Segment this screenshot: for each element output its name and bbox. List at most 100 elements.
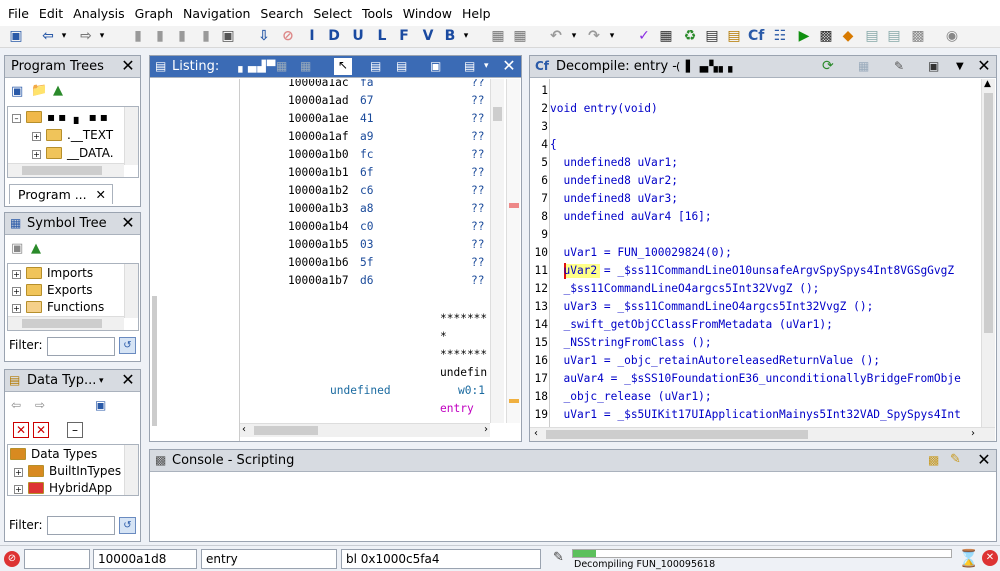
listing-row[interactable]: 10000a1ad 67??	[240, 92, 490, 110]
menu-search[interactable]: Search	[255, 6, 308, 21]
menu-window[interactable]: Window	[398, 6, 457, 21]
table-icon[interactable]: ▤	[864, 28, 880, 45]
decompile-icon[interactable]: Cf	[748, 28, 764, 45]
bookmark-prev-icon[interactable]: ▮	[174, 28, 190, 45]
decompile-line[interactable]: 16 uVar1 = _objc_retainAutoreleasedRetur…	[530, 352, 980, 370]
symbol-exports[interactable]: + Exports	[12, 282, 93, 299]
decompile-line[interactable]: 6 undefined8 uVar2;	[530, 172, 980, 190]
cursor-icon[interactable]: ↖	[334, 58, 352, 75]
listing-row[interactable]: 10000a1b6 5f??	[240, 254, 490, 272]
tab-program[interactable]: Program ... ✕	[9, 184, 113, 204]
lock-icon[interactable]: ▩	[928, 453, 939, 467]
collapse-all-icon[interactable]: –	[67, 422, 83, 438]
menu-select[interactable]: Select	[308, 6, 357, 21]
symbol-action-icon[interactable]: ▲	[31, 241, 41, 256]
chevron-down-icon[interactable]: ▾	[458, 28, 474, 45]
chevron-down-icon[interactable]: ▾	[94, 28, 110, 45]
stop-icon[interactable]: ⊘	[280, 28, 296, 45]
forward-icon[interactable]: ⇨	[78, 28, 94, 45]
letter-i-icon[interactable]: I	[304, 28, 320, 45]
expand-icon[interactable]: +	[14, 468, 23, 477]
listing-row[interactable]: 10000a1b4 c0??	[240, 218, 490, 236]
chevron-down-icon[interactable]: ▾	[604, 28, 620, 45]
symbol-imports[interactable]: + Imports	[12, 265, 93, 282]
margin-scroll[interactable]	[152, 296, 157, 426]
decompile-line[interactable]: 11 uVar2 = _$ss11CommandLineO10unsafeArg…	[530, 262, 980, 280]
tree-root[interactable]: – ▪▪▗ ▪▪	[12, 109, 111, 126]
symbol-hscroll[interactable]	[8, 316, 124, 330]
chevron-down-icon[interactable]: ▼	[956, 61, 964, 72]
field-editor-icon[interactable]: ▤	[370, 59, 381, 73]
memory-map-icon[interactable]: ▤	[704, 28, 720, 45]
bookmark-next-icon[interactable]: ▮	[152, 28, 168, 45]
clear-flow-icon[interactable]: ▦	[512, 28, 528, 45]
listing-row[interactable]: 10000a1b2 c6??	[240, 182, 490, 200]
symbol-vscroll[interactable]	[124, 264, 138, 318]
new-tree-icon[interactable]: ▣	[11, 84, 23, 99]
copy-icon[interactable]: ▦	[858, 59, 869, 73]
down-arrow-icon[interactable]: ⇩	[256, 28, 272, 45]
close-icon[interactable]: ✕	[120, 57, 136, 75]
decompile-line[interactable]: 4{	[530, 136, 980, 154]
letter-b-icon[interactable]: B	[442, 28, 458, 45]
close-icon[interactable]: ✕	[120, 214, 136, 232]
chevron-down-icon[interactable]: ▾	[56, 28, 72, 45]
snapshot-icon[interactable]: ▣	[928, 59, 939, 73]
data-types-hybridapp[interactable]: + HybridApp	[14, 480, 112, 495]
console-output[interactable]	[150, 473, 996, 541]
menu-analysis[interactable]: Analysis	[68, 6, 130, 21]
tree-hscroll[interactable]	[8, 163, 124, 177]
decompile-line[interactable]: 13 uVar3 = _$ss11CommandLineO4argcs5Int3…	[530, 298, 980, 316]
decompile-line[interactable]: 5 undefined8 uVar1;	[530, 154, 980, 172]
decompile-line[interactable]: 12 _$ss11CommandLineO4argcs5Int32VvgZ ()…	[530, 280, 980, 298]
call-tree-icon[interactable]: ☷	[772, 28, 788, 45]
menu-file[interactable]: File	[3, 6, 34, 21]
filter-options-icon[interactable]: ↺	[119, 517, 136, 534]
listing-row[interactable]: 10000a1b3 a8??	[240, 200, 490, 218]
tree-action-icon[interactable]: ▲	[53, 83, 63, 98]
check-icon[interactable]: ✓	[636, 28, 652, 45]
disassemble-icon[interactable]: ▣	[220, 28, 236, 45]
letter-d-icon[interactable]: D	[326, 28, 342, 45]
close-icon[interactable]: ✕	[501, 57, 517, 75]
menu-navigation[interactable]: Navigation	[178, 6, 255, 21]
function-graph-icon[interactable]: ▦	[658, 28, 674, 45]
decompile-line[interactable]: 19 uVar1 = _$s5UIKit17UIApplicationMainy…	[530, 406, 980, 424]
filter-options-icon[interactable]: ↺	[119, 337, 136, 354]
decompile-line[interactable]: 10 uVar1 = FUN_100029824(0);	[530, 244, 980, 262]
close-icon[interactable]: ✕	[976, 57, 992, 75]
error-icon[interactable]: ⊘	[4, 551, 20, 567]
collapse-icon[interactable]: –	[12, 114, 21, 123]
listing-overview-bar[interactable]	[506, 79, 520, 423]
table-alt-icon[interactable]: ▤	[886, 28, 902, 45]
expand-icon[interactable]: +	[32, 132, 41, 141]
close-tab-icon[interactable]: ✕	[96, 185, 106, 205]
decompile-line[interactable]: 7 undefined8 uVar3;	[530, 190, 980, 208]
refresh-icon[interactable]: ♻	[682, 28, 698, 45]
close-icon[interactable]: ✕	[120, 371, 136, 389]
listing-row[interactable]: 10000a1ac fa??	[240, 79, 490, 92]
decompile-line[interactable]: 1	[530, 82, 980, 100]
letter-f-icon[interactable]: F	[396, 28, 412, 45]
menu-edit[interactable]: Edit	[34, 6, 68, 21]
decompile-line[interactable]: 18 _objc_release (uVar1);	[530, 388, 980, 406]
expand-icon[interactable]: +	[12, 270, 21, 279]
data-types-root[interactable]: Data Types	[10, 446, 97, 463]
save-icon[interactable]: ▣	[8, 28, 24, 45]
decompile-line[interactable]: 8 undefined auVar4 [16];	[530, 208, 980, 226]
tree-item-data[interactable]: + __DATA.	[32, 145, 114, 162]
letter-l-icon[interactable]: L	[374, 28, 390, 45]
listing-row[interactable]: 10000a1b7 d6??	[240, 272, 490, 290]
plugin-icon[interactable]: ◉	[944, 28, 960, 45]
chevron-down-icon[interactable]: ▾	[484, 61, 489, 71]
chevron-down-icon[interactable]: ▾	[99, 376, 104, 386]
network-icon[interactable]: ▩	[910, 28, 926, 45]
bookmark-add-icon[interactable]: ▮	[198, 28, 214, 45]
view-options-icon[interactable]: ▤	[464, 59, 475, 73]
menu-graph[interactable]: Graph	[130, 6, 178, 21]
decompile-line[interactable]: 15 _NSStringFromClass ();	[530, 334, 980, 352]
listing-row[interactable]: 10000a1ae 41??	[240, 110, 490, 128]
data-types-filter-input[interactable]	[47, 516, 115, 535]
close-icon[interactable]: ✕	[976, 451, 992, 469]
diff-icon[interactable]: ▤	[396, 59, 407, 73]
